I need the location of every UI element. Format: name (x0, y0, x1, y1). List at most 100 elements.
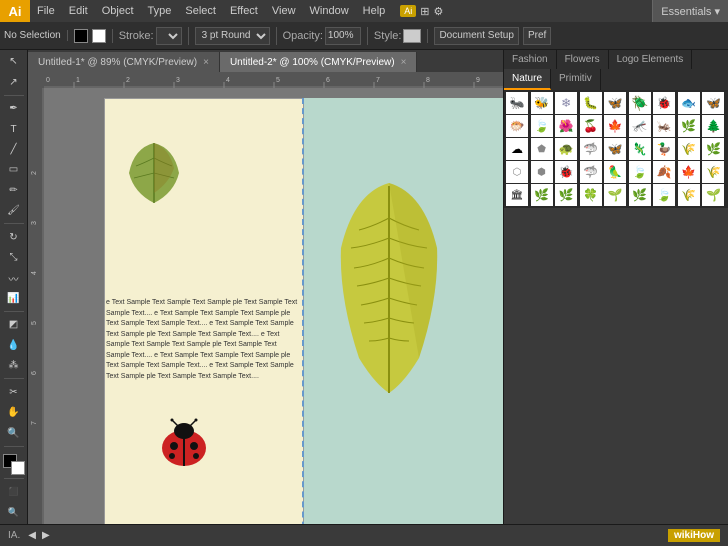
weight-select[interactable]: 3 pt Round (195, 27, 270, 45)
prev-artboard-button[interactable]: ◀ (28, 530, 36, 541)
direct-select-tool[interactable]: ↗ (2, 72, 26, 91)
shape-tool[interactable]: ▭ (2, 160, 26, 179)
menu-type[interactable]: Type (141, 0, 179, 22)
symbol-ant[interactable]: 🐜 (506, 92, 528, 114)
select-tool[interactable]: ↖ (2, 52, 26, 71)
line-tool[interactable]: ╱ (2, 140, 26, 159)
symbol-house[interactable]: 🏛 (506, 184, 528, 206)
menu-object[interactable]: Object (95, 0, 141, 22)
scale-tool[interactable]: ⤡ (2, 248, 26, 267)
menu-help[interactable]: Help (356, 0, 393, 22)
symbol-rock2[interactable]: ⬡ (506, 161, 528, 183)
right-panel: Fashion Flowers Logo Elements Nature Pri… (503, 50, 728, 524)
panel-tab-flowers[interactable]: Flowers (557, 50, 609, 69)
slice-tool[interactable]: ✂ (2, 382, 26, 401)
menu-effect[interactable]: Effect (223, 0, 265, 22)
opacity-input[interactable] (325, 27, 361, 45)
close-tab-1[interactable]: × (203, 57, 209, 68)
style-box[interactable] (403, 29, 421, 43)
symbol-cherry[interactable]: 🍒 (580, 115, 602, 137)
panel-tab-primitives[interactable]: Primitiv (551, 69, 601, 90)
blend-tool[interactable]: ⁂ (2, 356, 26, 375)
symbol-maple2[interactable]: 🍁 (678, 161, 700, 183)
menu-view[interactable]: View (265, 0, 303, 22)
menu-edit[interactable]: Edit (62, 0, 95, 22)
symbol-rock1[interactable]: ⬟ (531, 138, 553, 160)
menu-select[interactable]: Select (178, 0, 223, 22)
symbol-ladybug-1[interactable]: 🐞 (653, 92, 675, 114)
graph-tool[interactable]: 📊 (2, 289, 26, 308)
symbol-flower1[interactable]: 🌺 (555, 115, 577, 137)
symbol-leaf1[interactable]: 🍃 (531, 115, 553, 137)
symbol-wheat3[interactable]: 🌾 (678, 184, 700, 206)
symbol-duck[interactable]: 🦆 (653, 138, 675, 160)
symbol-lizard[interactable]: 🦎 (629, 138, 651, 160)
symbol-leaf3[interactable]: 🍃 (653, 184, 675, 206)
menu-file[interactable]: File (30, 0, 62, 22)
symbol-rock3[interactable]: ⬢ (531, 161, 553, 183)
stroke-select[interactable] (156, 27, 182, 45)
symbol-snowflake[interactable]: ❄ (555, 92, 577, 114)
close-tab-2[interactable]: × (401, 57, 407, 68)
symbol-pine[interactable]: 🌲 (702, 115, 724, 137)
tab-untitled1[interactable]: Untitled-1* @ 89% (CMYK/Preview) × (28, 52, 220, 72)
rotate-tool[interactable]: ↻ (2, 227, 26, 246)
menu-window[interactable]: Window (303, 0, 356, 22)
symbol-turtle[interactable]: 🐢 (555, 138, 577, 160)
pencil-tool[interactable]: ✏ (2, 181, 26, 200)
symbol-herb2[interactable]: 🌿 (555, 184, 577, 206)
pref-button[interactable]: Pref (523, 27, 551, 45)
workspace-selector[interactable]: Essentials ▾ (652, 0, 728, 22)
text-tool[interactable]: T (2, 119, 26, 138)
svg-text:1: 1 (76, 77, 80, 84)
background-color[interactable] (11, 461, 25, 475)
tab-untitled2[interactable]: Untitled-2* @ 100% (CMYK/Preview) × (220, 52, 418, 72)
color-selector[interactable] (3, 454, 25, 475)
symbol-mosquito[interactable]: 🦟 (629, 115, 651, 137)
fill-color-box[interactable] (74, 29, 88, 43)
panel-tab-logo[interactable]: Logo Elements (609, 50, 693, 69)
symbol-butterfly2[interactable]: 🦋 (702, 92, 724, 114)
panel-tab-fashion[interactable]: Fashion (504, 50, 557, 69)
canvas-viewport[interactable]: e Text Sample Text Sample Text Sample pl… (44, 88, 503, 524)
symbol-autumn1[interactable]: 🍂 (653, 161, 675, 183)
pen-tool[interactable]: ✒ (2, 99, 26, 118)
symbol-fish1[interactable]: 🐟 (678, 92, 700, 114)
symbol-seedling[interactable]: 🌱 (604, 184, 626, 206)
symbol-beetle[interactable]: 🪲 (629, 92, 651, 114)
symbol-herb3[interactable]: 🌿 (629, 184, 651, 206)
warp-tool[interactable]: 〰 (2, 268, 26, 287)
eyedropper-tool[interactable]: 💧 (2, 336, 26, 355)
screen-mode[interactable]: ⬛ (2, 482, 26, 501)
stroke-color-box[interactable] (92, 29, 106, 43)
symbol-clover[interactable]: 🍀 (580, 184, 602, 206)
symbol-butterfly3[interactable]: 🦋 (604, 138, 626, 160)
symbol-leaf2[interactable]: 🍃 (629, 161, 651, 183)
symbol-cloud[interactable]: ☁ (506, 138, 528, 160)
zoom-search[interactable]: 🔍 (2, 503, 26, 522)
symbol-wheat[interactable]: 🌾 (678, 138, 700, 160)
symbol-cricket[interactable]: 🦗 (653, 115, 675, 137)
symbol-herb[interactable]: 🌿 (702, 138, 724, 160)
symbol-maple[interactable]: 🍁 (604, 115, 626, 137)
panel-tab-nature[interactable]: Nature (504, 69, 551, 90)
next-artboard-button[interactable]: ▶ (42, 530, 50, 541)
symbol-wheat2[interactable]: 🌾 (702, 161, 724, 183)
brush-tool[interactable]: 🖌 (2, 201, 26, 220)
symbol-shark2[interactable]: 🦈 (580, 161, 602, 183)
symbol-butterfly[interactable]: 🦋 (604, 92, 626, 114)
symbol-parrot[interactable]: 🦜 (604, 161, 626, 183)
symbol-grass1[interactable]: 🌿 (678, 115, 700, 137)
symbol-shark[interactable]: 🦈 (580, 138, 602, 160)
hand-tool[interactable]: ✋ (2, 403, 26, 422)
symbol-bee[interactable]: 🐝 (531, 92, 553, 114)
zoom-tool[interactable]: 🔍 (2, 423, 26, 442)
symbol-seedling2[interactable]: 🌱 (702, 184, 724, 206)
toolbox: ↖ ↗ ✒ T ╱ ▭ ✏ 🖌 ↻ ⤡ 〰 📊 ◩ 💧 ⁂ ✂ ✋ 🔍 ⬛ 🔍 (0, 50, 28, 524)
symbol-ladybug2[interactable]: 🐞 (555, 161, 577, 183)
document-setup-button[interactable]: Document Setup (434, 27, 519, 45)
gradient-tool[interactable]: ◩ (2, 315, 26, 334)
symbol-caterpillar[interactable]: 🐛 (580, 92, 602, 114)
symbol-fish2[interactable]: 🐡 (506, 115, 528, 137)
symbol-grass2[interactable]: 🌿 (531, 184, 553, 206)
